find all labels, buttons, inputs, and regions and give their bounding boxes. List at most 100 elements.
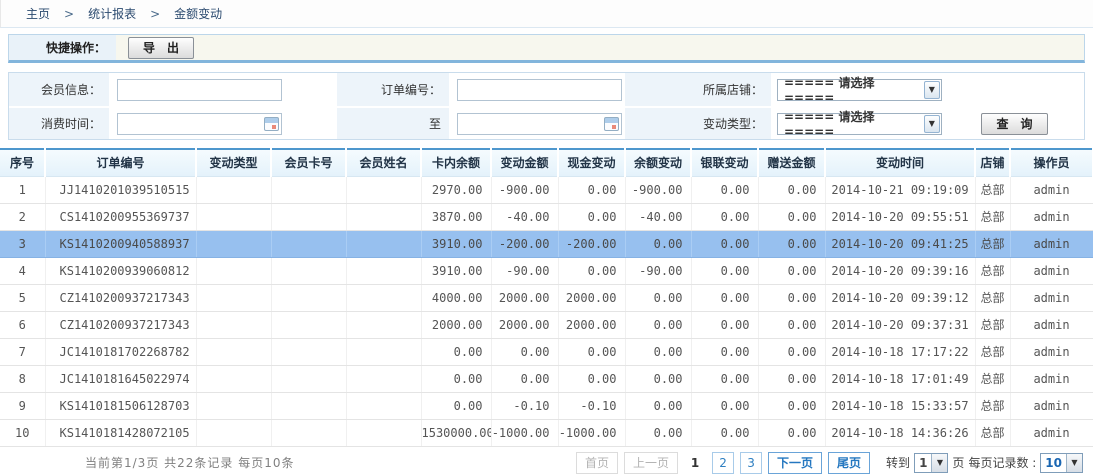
col-change-type: 变动类型 bbox=[196, 149, 271, 176]
table-row[interactable]: 3KS14102009405889373910.00-200.00-200.00… bbox=[0, 230, 1093, 257]
shop-select[interactable]: ===== 请选择 ===== ▼ bbox=[777, 79, 942, 101]
cell-card-balance: 0.00 bbox=[421, 392, 491, 419]
col-gift-amount: 赠送金额 bbox=[758, 149, 825, 176]
change-type-cell: ===== 请选择 ===== ▼ bbox=[771, 106, 945, 139]
cell-change-amount: -900.00 bbox=[491, 176, 558, 203]
cell-gift-amount: 0.00 bbox=[758, 392, 825, 419]
member-info-input[interactable] bbox=[117, 79, 282, 101]
cell-member-name bbox=[346, 338, 421, 365]
table-row[interactable]: 7JC14101817022687820.000.000.000.000.000… bbox=[0, 338, 1093, 365]
cell-change-type bbox=[196, 284, 271, 311]
cell-member-name bbox=[346, 311, 421, 338]
filter-action-cell-2: 查 询 bbox=[945, 106, 1084, 139]
cell-shop: 总部 bbox=[975, 338, 1010, 365]
cell-index: 5 bbox=[0, 284, 45, 311]
col-card-balance: 卡内余额 bbox=[421, 149, 491, 176]
cell-balance-change: 0.00 bbox=[625, 230, 691, 257]
cell-balance-change: -40.00 bbox=[625, 203, 691, 230]
page-size-label: 每页记录数 : bbox=[968, 454, 1036, 471]
cell-balance-change: -900.00 bbox=[625, 176, 691, 203]
cell-unionpay-change: 0.00 bbox=[691, 284, 758, 311]
breadcrumb-home[interactable]: 主页 bbox=[26, 5, 50, 22]
cell-order-no: JC1410181645022974 bbox=[45, 365, 196, 392]
cell-cash-change: 0.00 bbox=[558, 365, 625, 392]
search-button[interactable]: 查 询 bbox=[981, 113, 1047, 135]
date-to-input[interactable] bbox=[457, 113, 622, 135]
cell-cash-change: 0.00 bbox=[558, 257, 625, 284]
cell-change-amount: 2000.00 bbox=[491, 311, 558, 338]
table-row[interactable]: 10KS14101814280721051530000.00-1000.00-1… bbox=[0, 419, 1093, 446]
page-button-last[interactable]: 尾页 bbox=[828, 452, 870, 474]
goto-controls: 转到 1 ▼ 页 每页记录数 : 10 ▼ bbox=[886, 453, 1083, 473]
cell-index: 7 bbox=[0, 338, 45, 365]
cell-change-type bbox=[196, 338, 271, 365]
cell-balance-change: -90.00 bbox=[625, 257, 691, 284]
pager-buttons: 首页上一页123下一页尾页 bbox=[576, 452, 870, 474]
goto-page-select[interactable]: 1 ▼ bbox=[914, 453, 948, 473]
breadcrumb-reports[interactable]: 统计报表 bbox=[88, 5, 136, 22]
cell-card-balance: 3910.00 bbox=[421, 230, 491, 257]
breadcrumb-amount-change: 金额变动 bbox=[174, 5, 222, 22]
table-row[interactable]: 2CS14102009553697373870.00-40.000.00-40.… bbox=[0, 203, 1093, 230]
consume-time-from-cell bbox=[109, 106, 337, 139]
cell-change-type bbox=[196, 311, 271, 338]
cell-change-type bbox=[196, 392, 271, 419]
calendar-icon[interactable] bbox=[604, 117, 619, 131]
filter-action-cell-1 bbox=[945, 73, 1084, 106]
consume-time-label: 消费时间： bbox=[9, 106, 109, 139]
chevron-down-icon[interactable]: ▼ bbox=[924, 115, 940, 133]
page-size-select[interactable]: 10 ▼ bbox=[1040, 453, 1083, 473]
page-button-p2[interactable]: 2 bbox=[712, 452, 734, 474]
cell-shop: 总部 bbox=[975, 230, 1010, 257]
cell-shop: 总部 bbox=[975, 365, 1010, 392]
change-type-select[interactable]: ===== 请选择 ===== ▼ bbox=[777, 113, 942, 135]
table-row[interactable]: 5CZ14102009372173434000.002000.002000.00… bbox=[0, 284, 1093, 311]
records-table: 序号 订单编号 变动类型 会员卡号 会员姓名 卡内余额 变动金额 现金变动 余额… bbox=[0, 148, 1093, 447]
cell-gift-amount: 0.00 bbox=[758, 284, 825, 311]
page-size-value: 10 bbox=[1041, 456, 1066, 470]
cell-operator: admin bbox=[1010, 365, 1093, 392]
table-row[interactable]: 9KS14101815061287030.00-0.10-0.100.000.0… bbox=[0, 392, 1093, 419]
date-from-input[interactable] bbox=[117, 113, 282, 135]
goto-page-value: 1 bbox=[915, 456, 931, 470]
page-button-next[interactable]: 下一页 bbox=[768, 452, 822, 474]
col-operator: 操作员 bbox=[1010, 149, 1093, 176]
cell-change-type bbox=[196, 419, 271, 446]
cell-card-balance: 2000.00 bbox=[421, 311, 491, 338]
cell-member-name bbox=[346, 203, 421, 230]
cell-index: 9 bbox=[0, 392, 45, 419]
breadcrumb-separator: > bbox=[64, 7, 74, 21]
order-no-input[interactable] bbox=[457, 79, 622, 101]
chevron-down-icon[interactable]: ▼ bbox=[1066, 454, 1082, 472]
cell-unionpay-change: 0.00 bbox=[691, 365, 758, 392]
goto-suffix: 页 bbox=[952, 454, 964, 471]
cell-gift-amount: 0.00 bbox=[758, 203, 825, 230]
breadcrumb: 主页 > 统计报表 > 金额变动 bbox=[0, 0, 1093, 28]
table-row[interactable]: 6CZ14102009372173432000.002000.002000.00… bbox=[0, 311, 1093, 338]
cell-index: 10 bbox=[0, 419, 45, 446]
breadcrumb-separator: > bbox=[150, 7, 160, 21]
page-button-p1[interactable]: 1 bbox=[684, 452, 706, 474]
export-button[interactable]: 导 出 bbox=[128, 37, 194, 59]
cell-cash-change: 2000.00 bbox=[558, 311, 625, 338]
table-row[interactable]: 4KS14102009390608123910.00-90.000.00-90.… bbox=[0, 257, 1093, 284]
records-tbody: 1JJ14102010395105152970.00-900.000.00-90… bbox=[0, 176, 1093, 446]
cell-operator: admin bbox=[1010, 311, 1093, 338]
chevron-down-icon[interactable]: ▼ bbox=[931, 454, 947, 472]
table-row[interactable]: 8JC14101816450229740.000.000.000.000.000… bbox=[0, 365, 1093, 392]
calendar-icon[interactable] bbox=[264, 117, 279, 131]
cell-change-amount: -1000.00 bbox=[491, 419, 558, 446]
cell-operator: admin bbox=[1010, 392, 1093, 419]
cell-change-time: 2014-10-20 09:37:31 bbox=[825, 311, 975, 338]
chevron-down-icon[interactable]: ▼ bbox=[924, 81, 940, 99]
change-type-label: 变动类型： bbox=[625, 106, 771, 139]
filter-panel: 会员信息： 订单编号： 所属店铺： ===== 请选择 ===== ▼ 消费时间… bbox=[8, 72, 1085, 140]
col-order-no: 订单编号 bbox=[45, 149, 196, 176]
cell-card-no bbox=[271, 365, 346, 392]
cell-shop: 总部 bbox=[975, 311, 1010, 338]
table-row[interactable]: 1JJ14102010395105152970.00-900.000.00-90… bbox=[0, 176, 1093, 203]
cell-gift-amount: 0.00 bbox=[758, 365, 825, 392]
page-button-p3[interactable]: 3 bbox=[740, 452, 762, 474]
cell-operator: admin bbox=[1010, 176, 1093, 203]
col-shop: 店铺 bbox=[975, 149, 1010, 176]
